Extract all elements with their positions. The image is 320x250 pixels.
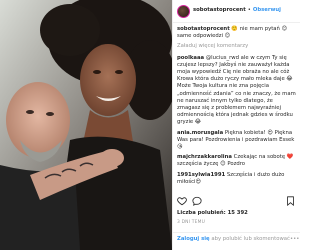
comment-username[interactable]: majchrzakkarolina xyxy=(177,154,232,160)
instagram-post: sobotastoprocent • Obserwuj sobotastopro… xyxy=(0,0,300,250)
login-link[interactable]: Zaloguj się xyxy=(177,236,210,242)
comment-item: poolkaaa @lucius_rwd ale w czym Ty się c… xyxy=(177,55,296,127)
avatar[interactable] xyxy=(177,4,190,18)
comment-username[interactable]: sobotastoprocent xyxy=(177,26,230,32)
header-separator: • xyxy=(247,7,251,14)
login-footer: Zaloguj się aby polubić lub skomentować … xyxy=(173,232,300,246)
post-header: sobotastoprocent • Obserwuj xyxy=(173,0,300,23)
post-time: 3 DNI TEMU xyxy=(177,220,206,225)
comment-text: @lucius_rwd ale w czym Ty się czujesz le… xyxy=(177,54,296,126)
comments-list: sobotastoprocent ☺️ nie mam pytań 😊 same… xyxy=(173,23,300,194)
post-actions xyxy=(177,196,202,206)
comment-item: ania.morusgala Piękna kobieta! 😍 Piękna … xyxy=(177,130,296,152)
comment-item: sobotastoprocent ☺️ nie mam pytań 😊 same… xyxy=(177,26,296,40)
heart-icon[interactable] xyxy=(177,196,187,206)
comment-username[interactable]: 1991sylwia1991 xyxy=(177,172,225,178)
login-footer-text: aby polubić lub skomentować xyxy=(211,236,290,242)
comment-icon[interactable] xyxy=(192,196,202,206)
bookmark-icon[interactable] xyxy=(286,196,295,209)
comment-username[interactable]: ania.morusgala xyxy=(177,130,223,136)
post-panel: sobotastoprocent • Obserwuj sobotastopro… xyxy=(172,0,300,250)
post-photo[interactable] xyxy=(0,0,172,250)
comment-item: majchrzakkarolina Czekając na sobotę ❤️ … xyxy=(177,154,296,168)
follow-button[interactable]: Obserwuj xyxy=(253,7,281,14)
more-options-icon[interactable]: ••• xyxy=(290,236,299,243)
header-username[interactable]: sobotastoprocent xyxy=(193,7,246,14)
photo-illustration xyxy=(0,0,172,250)
load-more-comments[interactable]: Załaduj więcej komentarzy xyxy=(177,43,296,50)
comment-item: 1991sylwia1991 Szczęścia i dużo dużo mił… xyxy=(177,172,296,186)
comment-username[interactable]: poolkaaa xyxy=(177,55,204,61)
likes-count[interactable]: Liczba polubień: 15 392 xyxy=(177,210,248,217)
